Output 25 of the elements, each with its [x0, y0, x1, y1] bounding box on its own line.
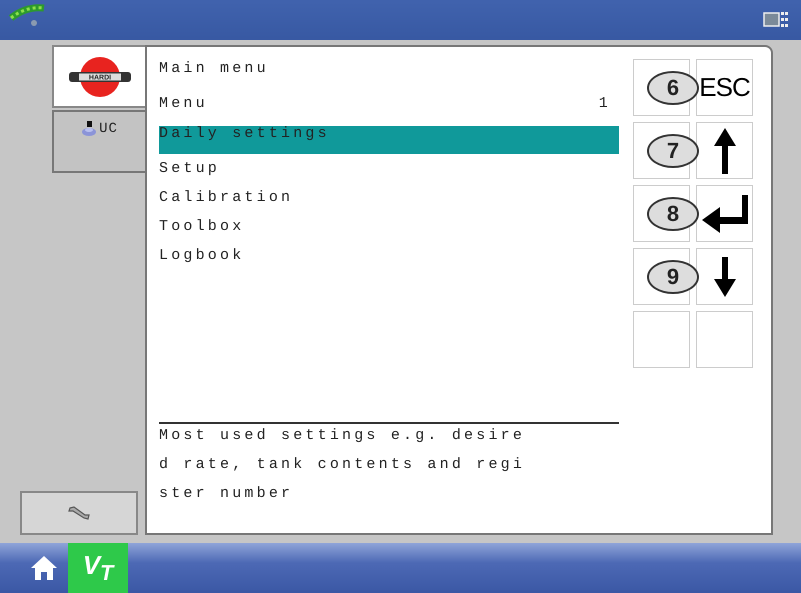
down-arrow-icon [714, 256, 736, 296]
menu-item[interactable]: Daily settings [159, 126, 619, 154]
home-icon [30, 555, 58, 581]
enter-icon [702, 194, 748, 232]
page-number: 1 [598, 94, 611, 114]
soft-key[interactable] [696, 248, 753, 305]
menu-item[interactable]: Toolbox [159, 212, 619, 241]
menu-subtitle: Menu [159, 94, 208, 114]
esc-label: ESC [699, 72, 750, 103]
description-line: Most used settings e.g. desire [159, 426, 526, 446]
menu-item[interactable]: Logbook [159, 241, 619, 270]
menu-item[interactable]: Setup [159, 154, 619, 183]
tab-label: UC [99, 121, 118, 137]
menu-item[interactable]: Calibration [159, 183, 619, 212]
soft-key[interactable]: ESC [696, 59, 753, 116]
menu-title: Main menu [159, 59, 270, 79]
device-icon [81, 120, 98, 138]
soft-key[interactable] [696, 122, 753, 179]
description-line: d rate, tank contents and regi [159, 455, 526, 475]
soft-key[interactable] [696, 185, 753, 242]
app-tab[interactable]: UC [52, 110, 145, 173]
up-arrow-icon [714, 128, 736, 174]
description-line: ster number [159, 484, 294, 504]
display-icon[interactable] [763, 11, 789, 29]
wrench-icon [66, 504, 92, 522]
